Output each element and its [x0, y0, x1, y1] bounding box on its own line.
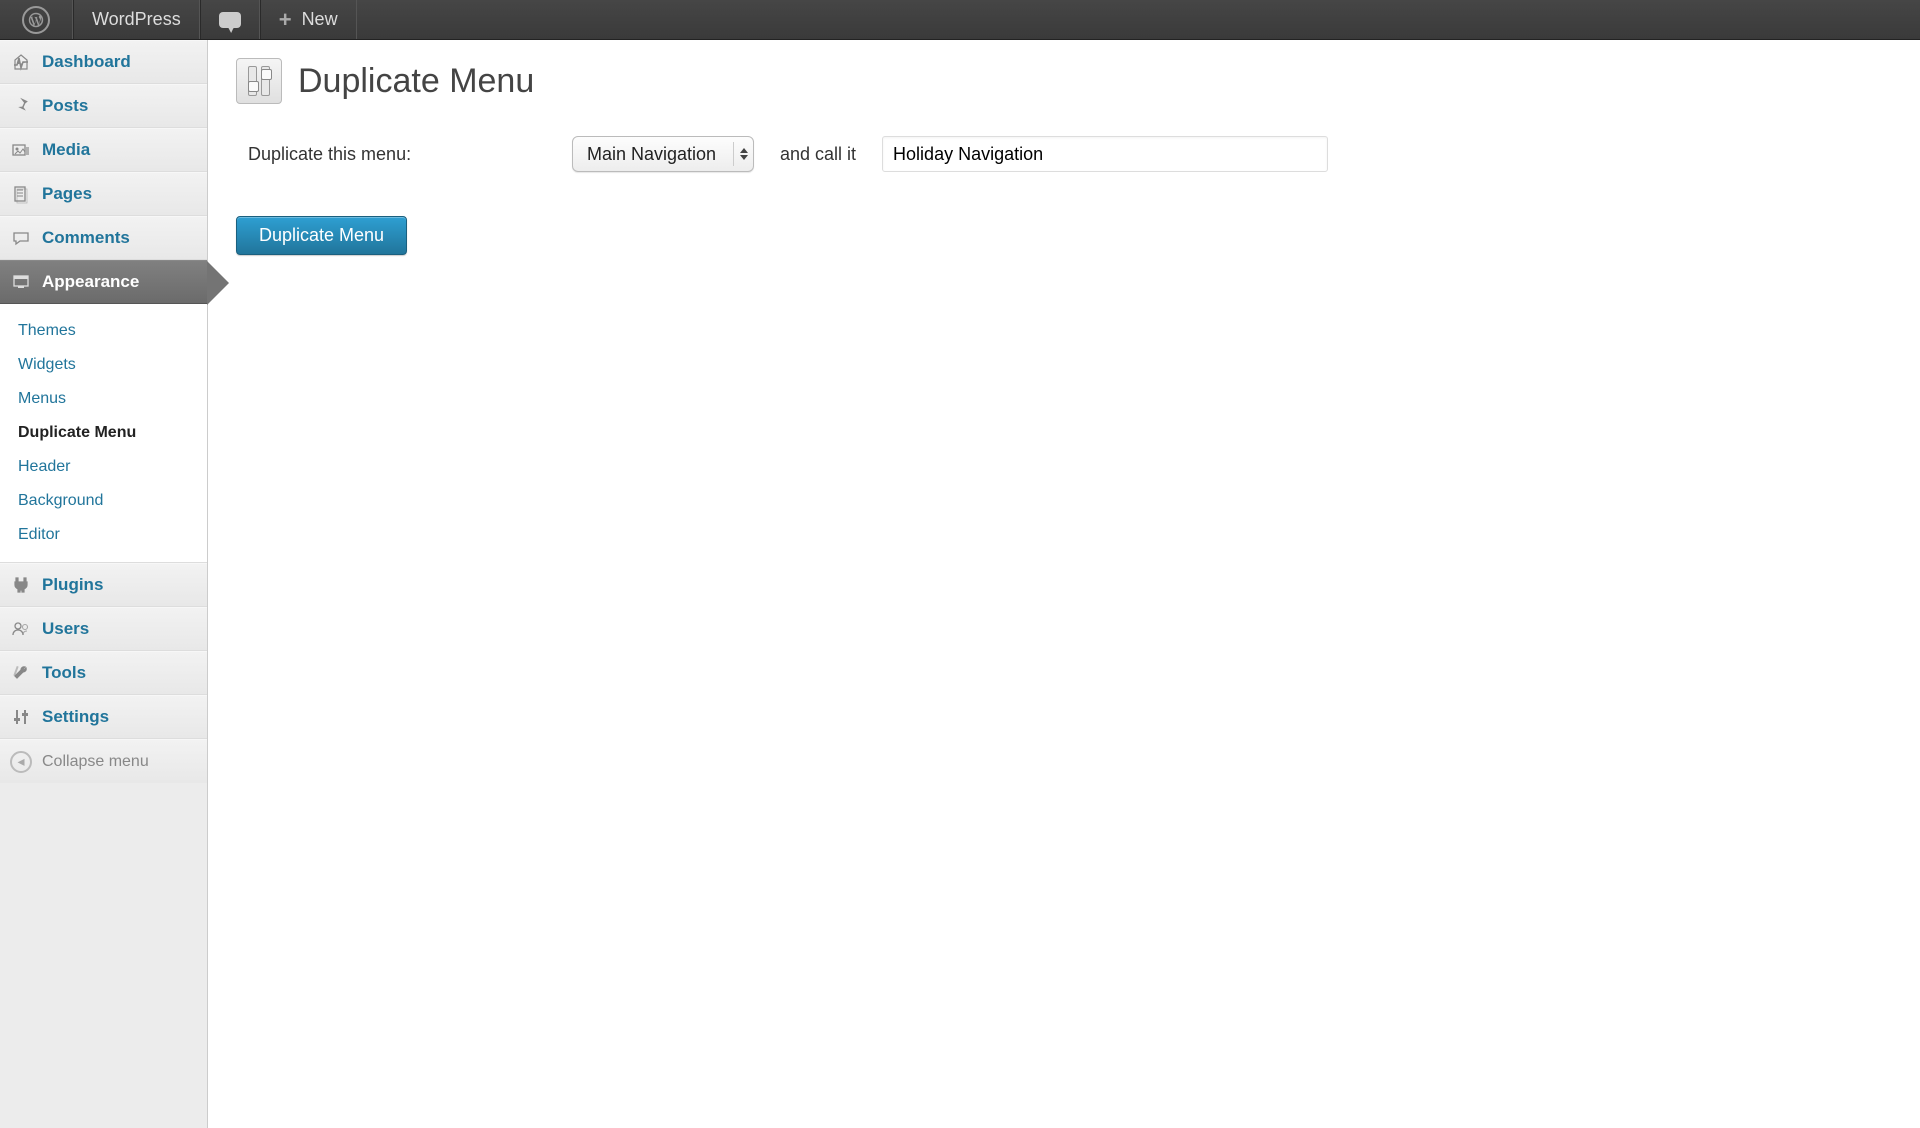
dashboard-icon [10, 51, 32, 73]
sidebar-item-appearance[interactable]: Appearance [0, 260, 207, 304]
duplicate-form-row: Duplicate this menu: Main Navigation and… [236, 136, 1892, 172]
and-call-it-label: and call it [754, 144, 882, 165]
new-content-link[interactable]: + New [260, 0, 357, 39]
sidebar-label: Media [42, 140, 90, 160]
appearance-icon [10, 271, 32, 293]
settings-icon [10, 706, 32, 728]
plugins-icon [10, 574, 32, 596]
sidebar-label: Pages [42, 184, 92, 204]
pushpin-icon [10, 95, 32, 117]
sidebar-item-dashboard[interactable]: Dashboard [0, 40, 207, 84]
site-name-link[interactable]: WordPress [73, 0, 200, 39]
comments-link[interactable] [200, 0, 260, 39]
duplicate-menu-button[interactable]: Duplicate Menu [236, 216, 407, 255]
sidebar-label: Comments [42, 228, 130, 248]
pages-icon [10, 183, 32, 205]
page-title: Duplicate Menu [298, 62, 534, 101]
page-icon [236, 58, 282, 104]
admin-sidebar: Dashboard Posts Media Pages Comments [0, 40, 208, 1128]
sidebar-label: Tools [42, 663, 86, 683]
submenu-item-header[interactable]: Header [0, 450, 207, 484]
slider-icon-part [261, 66, 270, 96]
sidebar-label: Plugins [42, 575, 103, 595]
sidebar-item-users[interactable]: Users [0, 607, 207, 651]
sidebar-item-comments[interactable]: Comments [0, 216, 207, 260]
submenu-item-editor[interactable]: Editor [0, 518, 207, 552]
source-menu-label: Duplicate this menu: [236, 144, 572, 165]
page-header: Duplicate Menu [236, 58, 1892, 104]
sidebar-item-pages[interactable]: Pages [0, 172, 207, 216]
sidebar-label: Dashboard [42, 52, 131, 72]
sidebar-item-settings[interactable]: Settings [0, 695, 207, 739]
source-menu-select-wrap: Main Navigation [572, 136, 754, 172]
submenu-item-background[interactable]: Background [0, 484, 207, 518]
sidebar-label: Settings [42, 707, 109, 727]
comment-bubble-icon [219, 12, 241, 28]
site-name-text: WordPress [92, 9, 181, 30]
collapse-arrow-icon: ◂ [10, 751, 32, 773]
submenu-item-menus[interactable]: Menus [0, 382, 207, 416]
sidebar-item-media[interactable]: Media [0, 128, 207, 172]
sidebar-item-plugins[interactable]: Plugins [0, 563, 207, 607]
tools-icon [10, 662, 32, 684]
new-label: New [302, 9, 338, 30]
sidebar-item-posts[interactable]: Posts [0, 84, 207, 128]
submenu-item-widgets[interactable]: Widgets [0, 348, 207, 382]
sidebar-label: Appearance [42, 272, 139, 292]
users-icon [10, 618, 32, 640]
media-icon [10, 139, 32, 161]
comments-icon [10, 227, 32, 249]
wp-logo[interactable] [0, 0, 73, 39]
admin-bar: WordPress + New [0, 0, 1920, 40]
slider-icon-part [248, 66, 257, 96]
submenu-item-themes[interactable]: Themes [0, 314, 207, 348]
sidebar-label: Users [42, 619, 89, 639]
source-menu-select[interactable]: Main Navigation [573, 137, 753, 171]
collapse-menu-button[interactable]: ◂ Collapse menu [0, 739, 207, 783]
sidebar-label: Posts [42, 96, 88, 116]
new-menu-name-input[interactable] [882, 136, 1328, 172]
appearance-submenu: Themes Widgets Menus Duplicate Menu Head… [0, 304, 207, 563]
wordpress-logo-icon [22, 6, 50, 34]
submenu-item-duplicate-menu[interactable]: Duplicate Menu [0, 416, 207, 450]
plus-icon: + [279, 7, 292, 33]
collapse-label: Collapse menu [42, 753, 149, 771]
sidebar-item-tools[interactable]: Tools [0, 651, 207, 695]
main-content: Duplicate Menu Duplicate this menu: Main… [208, 40, 1920, 1128]
